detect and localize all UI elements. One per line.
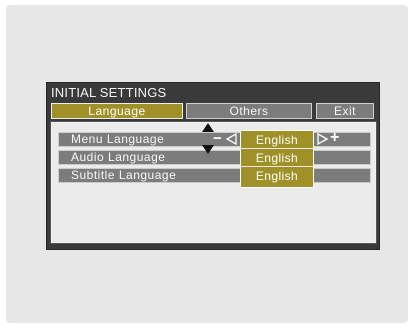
setting-row-audio-language[interactable]: Audio Language bbox=[58, 150, 371, 165]
initial-settings-menu: INITIAL SETTINGS Language Others Exit Me… bbox=[46, 82, 380, 250]
audio-language-value[interactable]: English bbox=[241, 149, 313, 167]
setting-label: Audio Language bbox=[71, 150, 166, 164]
decrease-button[interactable]: − bbox=[213, 130, 222, 148]
tab-language[interactable]: Language bbox=[51, 103, 183, 119]
tab-others[interactable]: Others bbox=[186, 103, 312, 119]
menu-title: INITIAL SETTINGS bbox=[51, 85, 167, 100]
arrow-left-icon[interactable] bbox=[226, 133, 237, 145]
setting-label: Menu Language bbox=[71, 132, 165, 146]
subtitle-language-value[interactable]: English bbox=[241, 167, 313, 185]
setting-label: Subtitle Language bbox=[71, 168, 177, 182]
setting-row-subtitle-language[interactable]: Subtitle Language bbox=[58, 168, 371, 183]
menu-language-value[interactable]: English bbox=[241, 131, 313, 149]
arrow-right-icon[interactable] bbox=[317, 133, 328, 145]
increase-button[interactable]: + bbox=[330, 129, 339, 147]
language-value-list: English English English bbox=[240, 130, 314, 188]
tab-exit[interactable]: Exit bbox=[316, 103, 374, 119]
